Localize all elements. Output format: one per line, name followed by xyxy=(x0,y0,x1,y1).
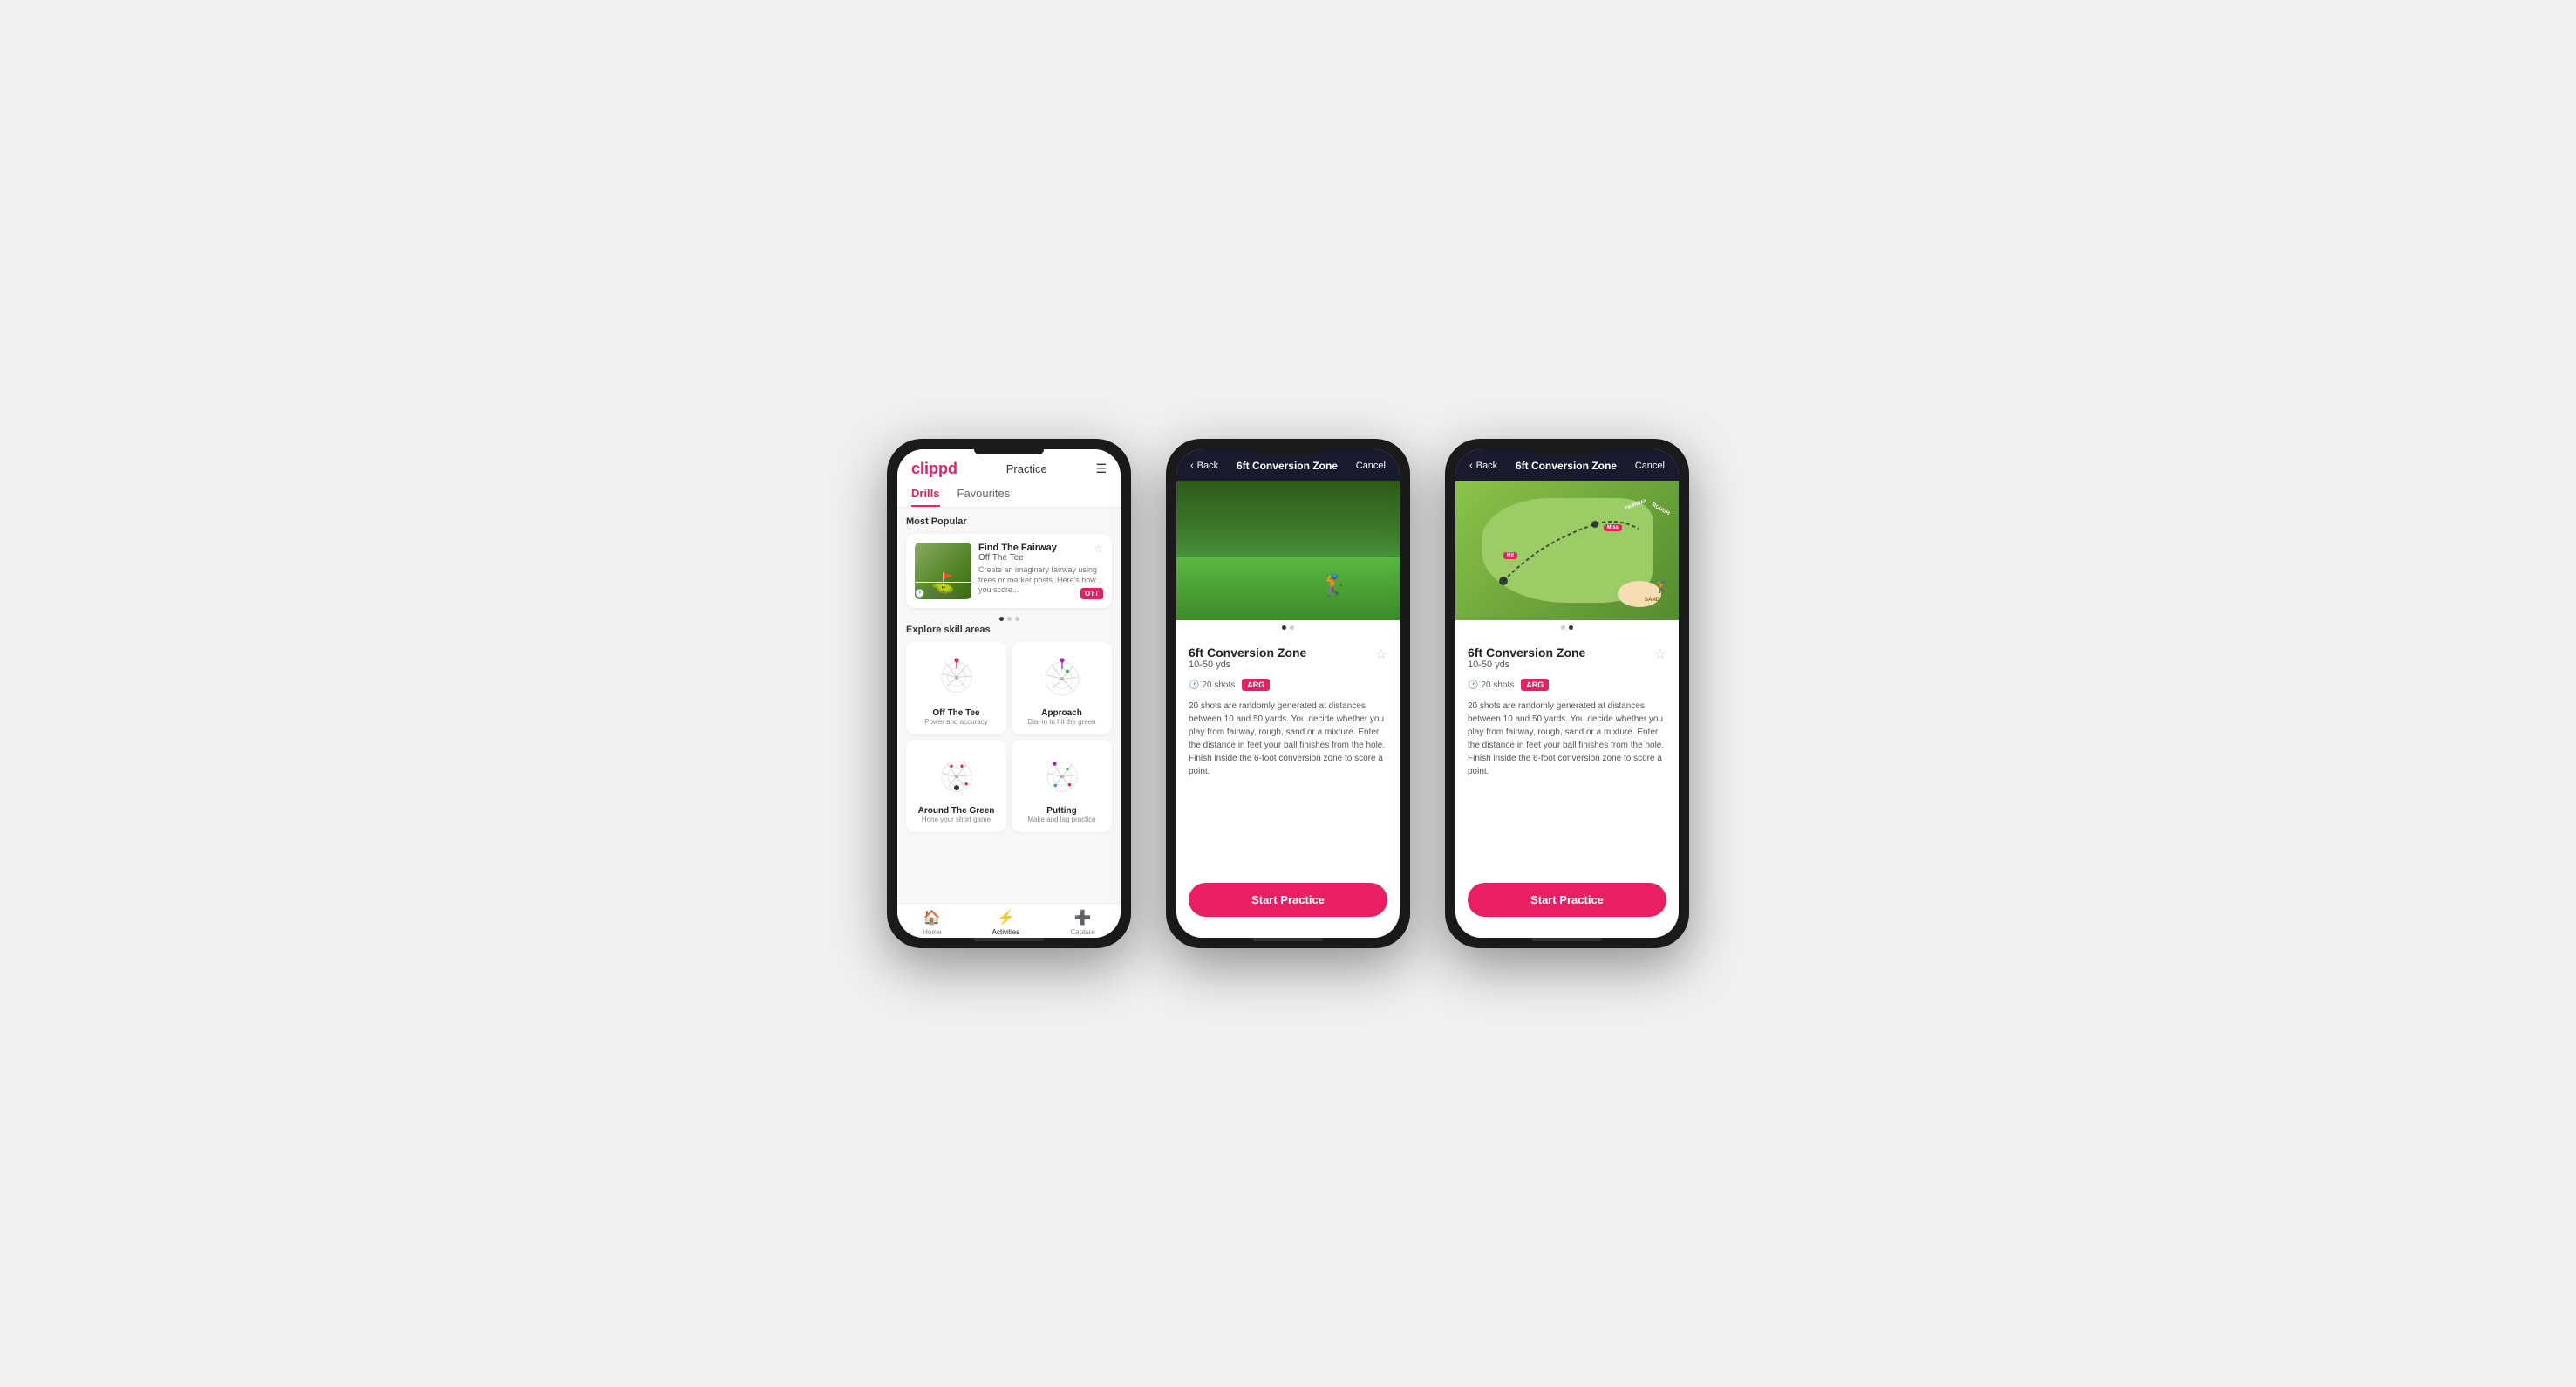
skill-grid: Off The Tee Power and accuracy xyxy=(906,642,1112,832)
skill-putting[interactable]: Putting Make and lag practice xyxy=(1012,740,1112,832)
tab-bar: Drills Favourites xyxy=(911,487,1107,507)
drill-name-3: 6ft Conversion Zone xyxy=(1468,646,1585,659)
photo-dot-3-1 xyxy=(1561,625,1565,630)
drill-header-title-3: 6ft Conversion Zone xyxy=(1516,460,1617,472)
skill-name-putting: Putting xyxy=(1046,806,1076,816)
notch-1 xyxy=(974,449,1044,454)
home-bar-2 xyxy=(1253,938,1323,941)
app-header: clippd Practice ☰ Drills Favourites xyxy=(897,449,1121,508)
skill-desc-around-green: Hone your short game xyxy=(922,816,991,823)
skill-name-approach: Approach xyxy=(1041,708,1082,718)
skill-icon-putting xyxy=(1032,748,1093,801)
drill-content-3: SAND FAIRWAY ROUGH Hit Miss 🏌️ xyxy=(1455,481,1679,883)
activities-icon: ⚡ xyxy=(997,909,1014,926)
drill-badge-2: ARG xyxy=(1242,679,1270,691)
phone-2: ‹ Back 6ft Conversion Zone Cancel 🏌️ xyxy=(1166,439,1410,948)
back-chevron-icon-3: ‹ xyxy=(1469,461,1473,471)
clock-icon-2: 🕐 xyxy=(1189,680,1199,690)
favourite-icon-3[interactable]: ☆ xyxy=(1654,646,1666,663)
photo-dot-3-2 xyxy=(1569,625,1573,630)
drill-description-2: 20 shots are randomly generated at dista… xyxy=(1189,700,1387,778)
photo-trees xyxy=(1176,481,1400,564)
most-popular-label: Most Popular xyxy=(906,516,1112,527)
drill-range-3: 10-50 yds xyxy=(1468,659,1585,670)
app-content: Most Popular ⛳ Find The Fairway Off The … xyxy=(897,508,1121,903)
bottom-navigation: 🏠 Home ⚡ Activities ➕ Capture xyxy=(897,903,1121,938)
skill-desc-off-tee: Power and accuracy xyxy=(924,718,987,726)
drill-subtitle: Off The Tee xyxy=(978,553,1103,563)
skill-icon-off-tee xyxy=(926,651,987,703)
photo-dots-2 xyxy=(1176,620,1400,635)
photo-dots-3 xyxy=(1455,620,1679,635)
featured-drill-card[interactable]: ⛳ Find The Fairway Off The Tee Create an… xyxy=(906,534,1112,608)
skill-approach[interactable]: Approach Dial-in to hit the green xyxy=(1012,642,1112,734)
cancel-button-2[interactable]: Cancel xyxy=(1356,461,1386,471)
header-title: Practice xyxy=(1006,462,1047,475)
drill-info-3: 6ft Conversion Zone 10-50 yds ☆ 🕐 20 sho… xyxy=(1455,635,1679,789)
drill-photo: 🏌️ xyxy=(1176,481,1400,620)
shots-count: 🕐 10 shots xyxy=(915,589,957,598)
nav-activities-label: Activities xyxy=(992,928,1020,936)
notch-3 xyxy=(1532,449,1602,454)
skill-around-green[interactable]: Around The Green Hone your short game xyxy=(906,740,1006,832)
photo-dot-2 xyxy=(1290,625,1294,630)
drill-badge-3: ARG xyxy=(1521,679,1549,691)
drill-header-title-2: 6ft Conversion Zone xyxy=(1237,460,1338,472)
nav-home[interactable]: 🏠 Home xyxy=(923,909,941,936)
skill-off-tee[interactable]: Off The Tee Power and accuracy xyxy=(906,642,1006,734)
drill-badge: OTT xyxy=(1080,588,1103,599)
shots-info-3: 🕐 20 shots xyxy=(1468,680,1514,690)
drill-range-2: 10-50 yds xyxy=(1189,659,1306,670)
dot-2 xyxy=(1007,617,1012,621)
shots-info-2: 🕐 20 shots xyxy=(1189,680,1235,690)
skill-name-around-green: Around The Green xyxy=(918,806,995,816)
favourite-icon-2[interactable]: ☆ xyxy=(1375,646,1387,663)
back-button-2[interactable]: ‹ Back xyxy=(1190,461,1218,471)
photo-dot-1 xyxy=(1282,625,1286,630)
drill-content-2: 🏌️ 6ft Conversion Zone 10-50 yds ☆ xyxy=(1176,481,1400,883)
clock-icon: 🕐 xyxy=(915,589,924,598)
cancel-button-3[interactable]: Cancel xyxy=(1635,461,1665,471)
dot-1 xyxy=(999,617,1004,621)
phone-1: clippd Practice ☰ Drills Favourites Most… xyxy=(887,439,1131,948)
capture-icon: ➕ xyxy=(1074,909,1092,926)
skill-icon-approach xyxy=(1032,651,1093,703)
nav-home-label: Home xyxy=(923,928,941,936)
phone-3: ‹ Back 6ft Conversion Zone Cancel SAND F… xyxy=(1445,439,1689,948)
nav-capture[interactable]: ➕ Capture xyxy=(1070,909,1094,936)
dot-3 xyxy=(1015,617,1019,621)
home-icon: 🏠 xyxy=(923,909,941,926)
start-practice-button-3[interactable]: Start Practice xyxy=(1468,883,1666,917)
clock-icon-3: 🕐 xyxy=(1468,680,1478,690)
drill-map: SAND FAIRWAY ROUGH Hit Miss 🏌️ xyxy=(1455,481,1679,620)
home-bar-1 xyxy=(974,938,1044,941)
back-chevron-icon: ‹ xyxy=(1190,461,1194,471)
back-button-3[interactable]: ‹ Back xyxy=(1469,461,1497,471)
photo-fairway xyxy=(1176,557,1400,620)
skill-icon-around-green xyxy=(926,748,987,801)
skill-desc-approach: Dial-in to hit the green xyxy=(1027,718,1095,726)
carousel-dots xyxy=(906,613,1112,625)
notch-2 xyxy=(1253,449,1323,454)
skill-desc-putting: Make and lag practice xyxy=(1027,816,1095,823)
app-logo: clippd xyxy=(911,460,957,478)
skill-name-off-tee: Off The Tee xyxy=(932,708,979,718)
start-practice-button-2[interactable]: Start Practice xyxy=(1189,883,1387,917)
nav-capture-label: Capture xyxy=(1070,928,1094,936)
favourite-icon[interactable]: ☆ xyxy=(1094,543,1103,555)
tab-drills[interactable]: Drills xyxy=(911,487,940,507)
tab-favourites[interactable]: Favourites xyxy=(957,487,1011,507)
drill-description-3: 20 shots are randomly generated at dista… xyxy=(1468,700,1666,778)
drill-title: Find The Fairway xyxy=(978,543,1103,553)
drill-name-2: 6ft Conversion Zone xyxy=(1189,646,1306,659)
nav-activities[interactable]: ⚡ Activities xyxy=(992,909,1020,936)
explore-label: Explore skill areas xyxy=(906,625,1112,635)
menu-icon[interactable]: ☰ xyxy=(1095,461,1107,476)
home-bar-3 xyxy=(1532,938,1602,941)
photo-player: 🏌️ xyxy=(1321,573,1347,598)
drill-info-2: 6ft Conversion Zone 10-50 yds ☆ 🕐 20 sho… xyxy=(1176,635,1400,789)
